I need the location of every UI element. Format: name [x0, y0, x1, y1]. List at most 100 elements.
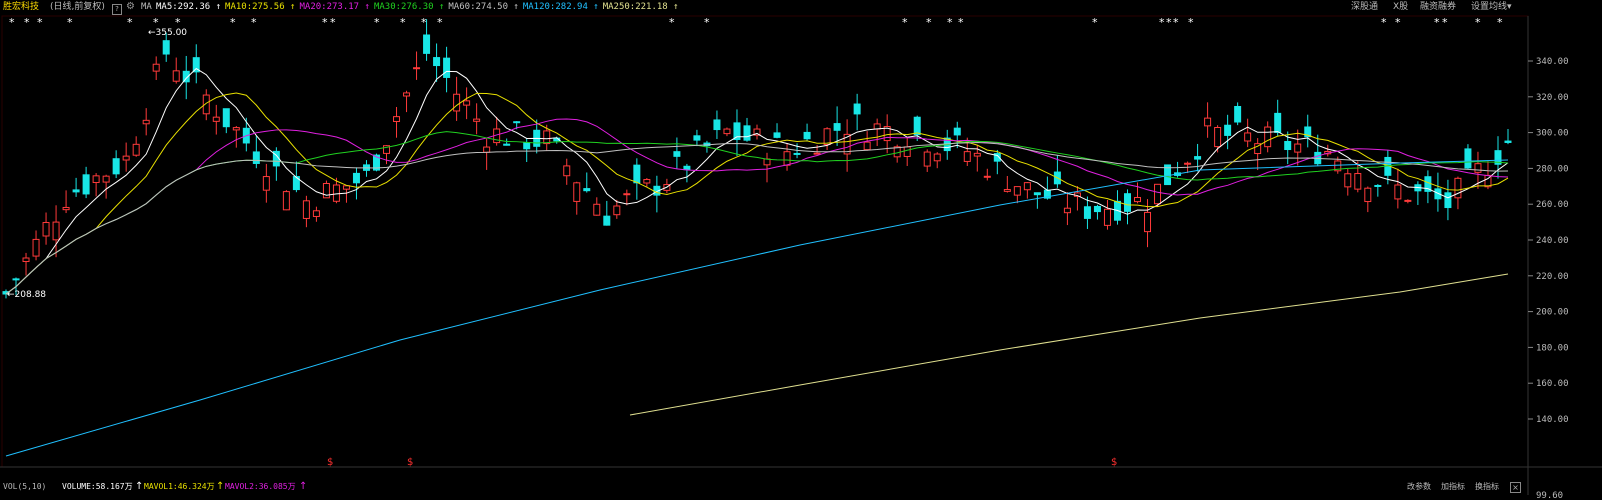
dividend-marker-icon: $	[407, 457, 413, 468]
candle-body	[142, 119, 150, 125]
ma-settings-link[interactable]: 设置均线▾	[1471, 0, 1512, 14]
candle-body	[443, 57, 451, 78]
low-annotation: ←208.88	[7, 290, 46, 300]
candle-body	[232, 127, 240, 131]
candle-body	[403, 92, 411, 97]
ma-line	[5, 131, 1509, 295]
event-star-icon: *	[1497, 16, 1503, 29]
dividend-marker-icon: $	[327, 457, 333, 468]
mavol2-value: MAVOL2:36.085万	[225, 482, 296, 491]
axis-label: 240.00	[1536, 236, 1569, 246]
candle-body	[683, 165, 691, 171]
candle-body	[152, 63, 160, 72]
event-star-icon: *	[400, 16, 406, 29]
candle-body	[543, 130, 551, 145]
candle-body	[523, 142, 531, 150]
stock-name[interactable]: 胜宏科技	[3, 0, 39, 14]
candle-body	[903, 146, 911, 157]
ma-item: MA10:275.56 ↑	[225, 2, 296, 12]
axis-label: 340.00	[1536, 57, 1569, 67]
candle-body	[1454, 177, 1462, 199]
candle-body	[933, 153, 941, 162]
candle-body	[1154, 183, 1162, 205]
candle-body	[483, 146, 491, 153]
event-star-icon: *	[1381, 16, 1387, 29]
candle-body	[953, 127, 961, 136]
candle-body	[623, 193, 631, 196]
event-star-icon: *	[251, 16, 257, 29]
candle-body	[453, 93, 461, 112]
event-star-icon: *	[24, 16, 30, 29]
gear-icon[interactable]: ⚙	[126, 0, 135, 14]
event-star-icon: *	[902, 16, 908, 29]
mavol2-up-icon: ↑	[299, 481, 308, 492]
ma250-line	[629, 273, 1509, 416]
candle-body	[162, 40, 170, 55]
event-star-icon: *	[9, 16, 15, 29]
candle-body	[1093, 205, 1101, 213]
candle-body	[803, 131, 811, 140]
axis-label: 260.00	[1536, 200, 1569, 210]
event-star-icon: *	[127, 16, 133, 29]
event-star-icon: *	[421, 16, 427, 29]
candle-body	[963, 151, 971, 162]
candle-body	[1103, 208, 1111, 226]
event-star-icon: *	[1166, 16, 1172, 29]
vol-label[interactable]: VOL(5,10)	[3, 480, 46, 494]
candle-body	[773, 132, 781, 138]
switch-indicator-button[interactable]: 换指标	[1475, 480, 1499, 494]
candle-body	[1264, 126, 1272, 148]
candlestick-chart[interactable]: 340.00 320.00 300.00 280.00 260.00 240.00 220.…	[0, 0, 1602, 500]
candle-body	[302, 200, 310, 219]
x-shares-link[interactable]: X股	[1393, 0, 1408, 14]
candle-body	[1033, 192, 1041, 196]
candle-body	[1474, 163, 1482, 173]
help-icon[interactable]: ?	[112, 2, 122, 16]
close-icon[interactable]: ×	[1510, 482, 1521, 493]
ma-line	[5, 92, 1509, 295]
candle-body	[1003, 189, 1011, 192]
candle-body	[983, 175, 991, 178]
candle-body	[853, 103, 861, 115]
candle-body	[393, 116, 401, 122]
candle-body	[1204, 117, 1212, 127]
candle-body	[783, 151, 791, 166]
event-star-icon: *	[1173, 16, 1179, 29]
margin-trading-link[interactable]: 融资融券	[1420, 0, 1456, 14]
candle-body	[1224, 124, 1232, 136]
candle-body	[1194, 156, 1202, 160]
ma-item: MA120:282.94 ↑	[522, 2, 599, 12]
event-star-icon: *	[1434, 16, 1440, 29]
add-indicator-button[interactable]: 加指标	[1441, 480, 1465, 494]
candle-body	[863, 141, 871, 151]
candle-body	[433, 57, 441, 67]
event-star-icon: *	[153, 16, 159, 29]
change-params-button[interactable]: 改参数	[1407, 480, 1431, 494]
candle-body	[1504, 140, 1512, 143]
candle-body	[1464, 148, 1472, 169]
candle-body	[82, 174, 90, 195]
event-star-icon: *	[37, 16, 43, 29]
candle-body	[342, 185, 350, 190]
event-star-icon: *	[1092, 16, 1098, 29]
event-star-icon: *	[230, 16, 236, 29]
candle-body	[12, 278, 20, 281]
candle-body	[793, 152, 801, 155]
volume-value: VOLUME:58.167万	[62, 482, 133, 491]
candle-body	[723, 128, 731, 135]
shenzhen-connect-link[interactable]: 深股通	[1351, 0, 1378, 14]
ma-item: MA5:292.36 ↑	[156, 2, 222, 12]
candle-body	[1344, 173, 1352, 188]
candle-body	[212, 116, 220, 122]
candle-body	[583, 188, 591, 192]
help-icon-label: ?	[112, 4, 122, 15]
candle-body	[92, 175, 100, 184]
candle-body	[503, 143, 511, 146]
chart-mode[interactable]: (日线,前复权)	[50, 0, 105, 14]
event-star-icon: *	[1395, 16, 1401, 29]
chart-header: 胜宏科技 (日线,前复权) ? ⚙ MA MA5:292.36 ↑ MA10:27…	[0, 0, 1602, 16]
candle-body	[1144, 211, 1152, 233]
candle-body	[1023, 182, 1031, 191]
axis-label: 140.00	[1536, 415, 1569, 425]
candle-body	[52, 221, 60, 241]
